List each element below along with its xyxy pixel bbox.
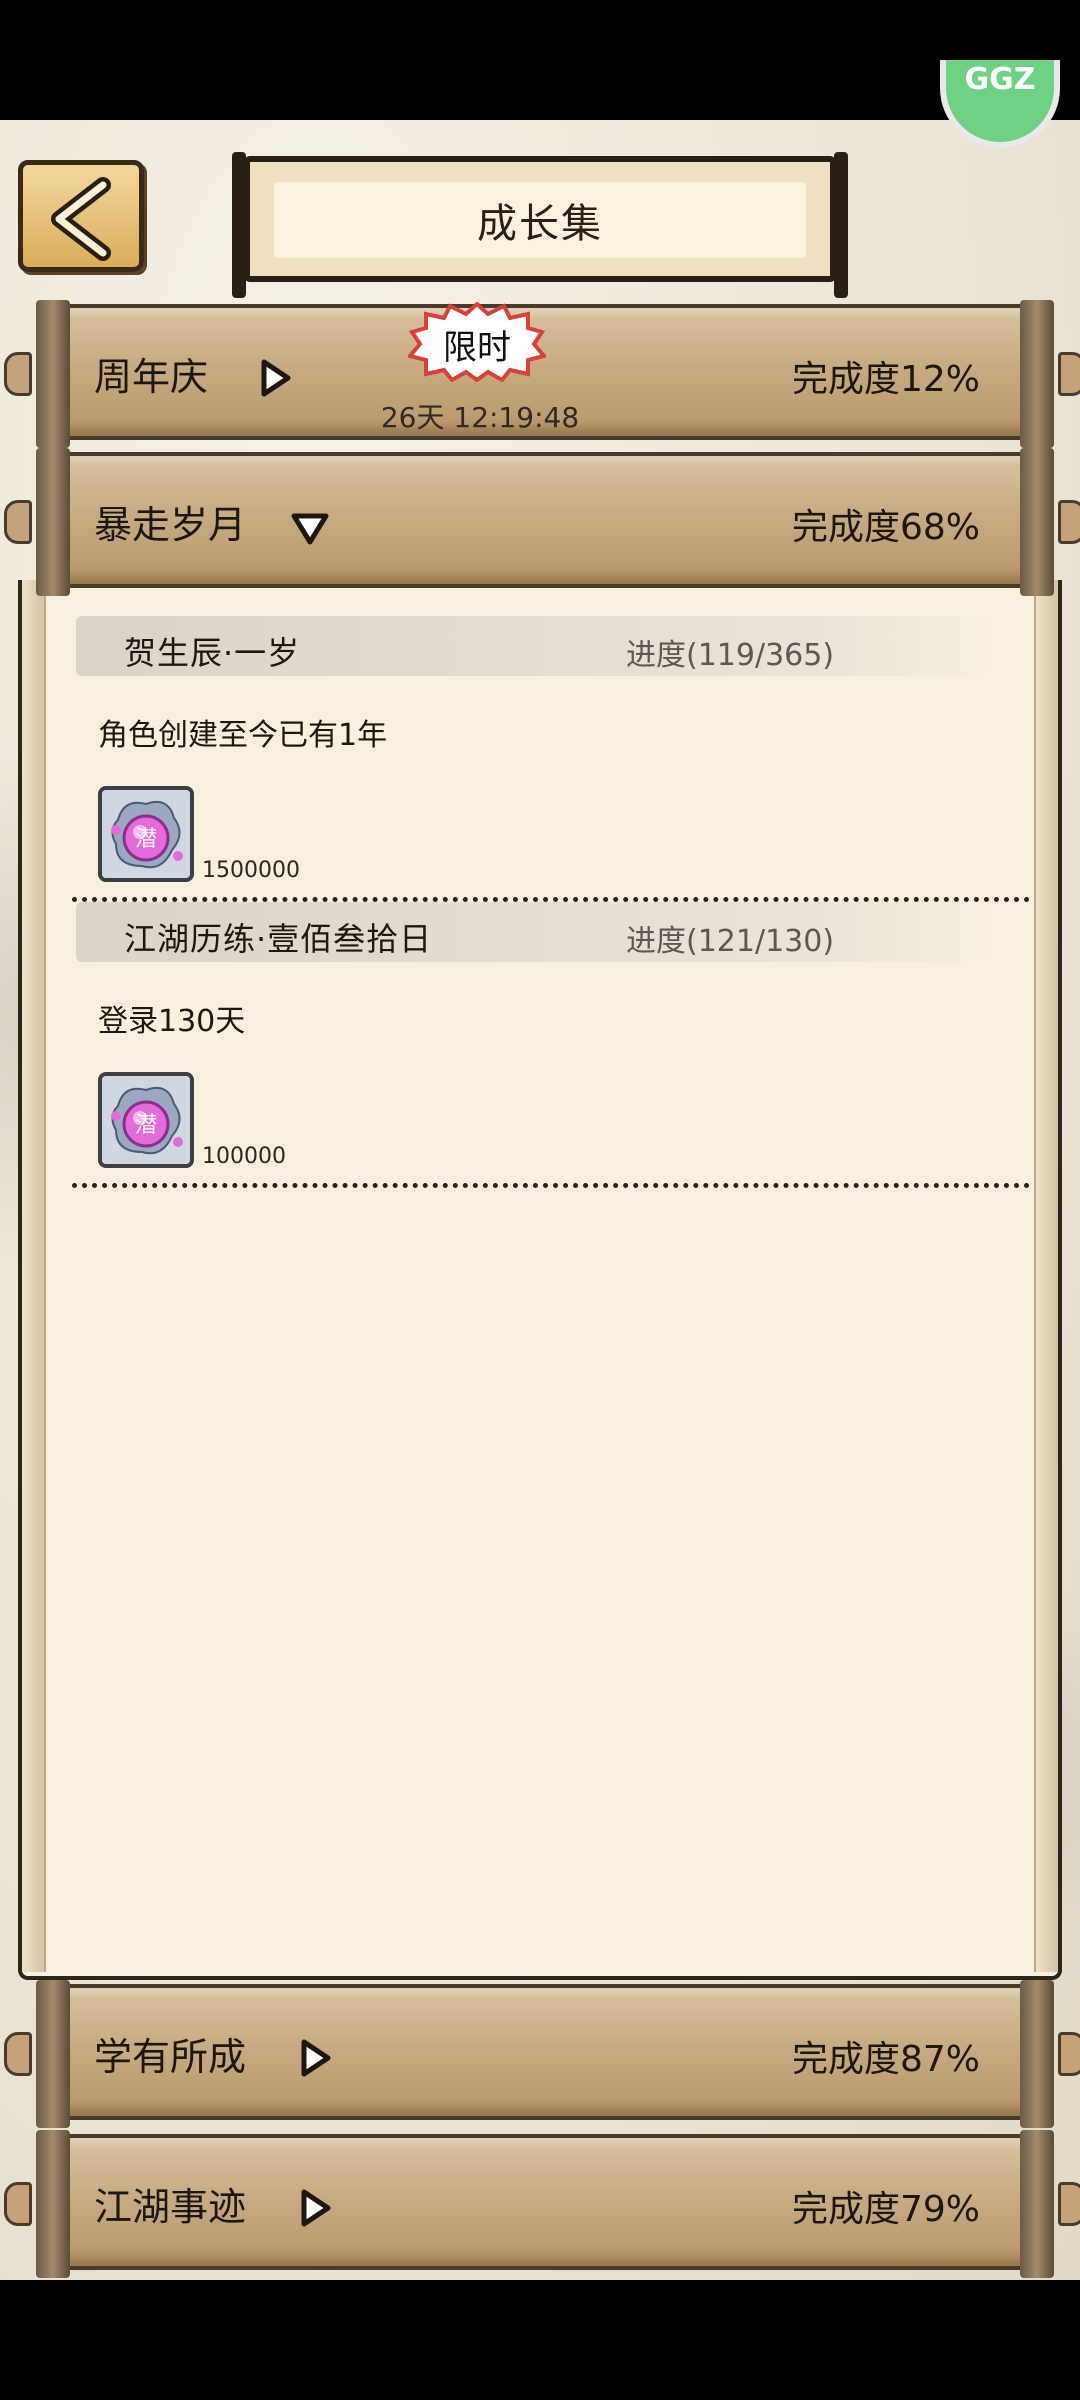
task-header: 江湖历练·壹佰叁拾日 进度(121/130) — [76, 902, 996, 962]
purple-orb-icon[interactable]: 潜 — [98, 786, 194, 882]
task-name: 贺生辰·一岁 — [124, 634, 301, 672]
scroll-knob — [1058, 352, 1080, 396]
category-reckless-years[interactable]: 暴走岁月 完成度68% — [4, 448, 1080, 596]
scroll-knob — [1058, 500, 1080, 544]
task-header: 贺生辰·一岁 进度(119/365) — [76, 616, 996, 676]
reward-quantity: 100000 — [202, 1144, 286, 1169]
scroll-knob — [4, 2182, 32, 2226]
category-jianghu-deeds[interactable]: 江湖事迹 完成度79% — [4, 2130, 1080, 2278]
scroll-rod — [1020, 448, 1054, 596]
navigation-bar — [0, 2280, 1080, 2400]
play-arrow-icon — [301, 2039, 331, 2077]
scroll-rod — [36, 448, 70, 596]
category-label: 学有所成 — [94, 2035, 247, 2079]
expanded-panel: 贺生辰·一岁 进度(119/365) 角色创建至今已有1年 潜 1500000 … — [18, 580, 1062, 1980]
scroll-knob — [4, 2032, 32, 2076]
scroll-rod — [1020, 2130, 1054, 2278]
category-progress: 完成度87% — [791, 2039, 980, 2080]
limited-badge: 限时 — [408, 302, 546, 382]
back-button[interactable] — [18, 160, 144, 272]
scroll-rod — [1020, 1980, 1054, 2128]
countdown-timer: 26天 12:19:48 — [380, 401, 580, 434]
category-academic[interactable]: 学有所成 完成度87% — [4, 1980, 1080, 2128]
task-progress: 进度(121/130) — [626, 924, 835, 959]
category-label: 暴走岁月 — [94, 503, 247, 547]
limited-label: 限时 — [443, 328, 511, 368]
scroll-rod — [36, 2130, 70, 2278]
scroll-rod — [1020, 300, 1054, 448]
divider — [72, 1183, 1040, 1188]
scroll-knob — [1058, 2032, 1080, 2076]
category-label: 周年庆 — [94, 355, 209, 399]
category-progress: 完成度12% — [791, 359, 980, 400]
title-scroll: 成长集 — [232, 152, 848, 298]
status-bar — [0, 0, 1080, 120]
play-arrow-icon — [261, 359, 291, 397]
scroll-rod — [36, 300, 70, 448]
task-name: 江湖历练·壹佰叁拾日 — [124, 920, 433, 958]
category-label: 江湖事迹 — [94, 2185, 247, 2229]
purple-orb-icon[interactable]: 潜 — [98, 1072, 194, 1168]
chevron-left-icon — [51, 177, 111, 261]
task-description: 角色创建至今已有1年 — [98, 718, 388, 753]
scroll-rod — [36, 1980, 70, 2128]
task-description: 登录130天 — [98, 1004, 246, 1039]
play-arrow-icon — [301, 2189, 331, 2227]
svg-text:潜: 潜 — [135, 1113, 157, 1138]
svg-text:潜: 潜 — [135, 827, 157, 852]
task-item: 贺生辰·一岁 进度(119/365) 角色创建至今已有1年 潜 1500000 — [72, 616, 1040, 902]
page-title: 成长集 — [274, 182, 806, 258]
category-progress: 完成度68% — [791, 507, 980, 548]
task-item: 江湖历练·壹佰叁拾日 进度(121/130) 登录130天 潜 100000 — [72, 902, 1040, 1188]
scroll-knob — [4, 500, 32, 544]
scroll-knob — [1058, 2182, 1080, 2226]
chevron-down-icon — [291, 513, 329, 545]
category-progress: 完成度79% — [791, 2189, 980, 2230]
scroll-knob — [4, 352, 32, 396]
task-progress: 进度(119/365) — [626, 638, 835, 673]
status-badge-text: GGZ — [964, 62, 1036, 97]
reward-quantity: 1500000 — [202, 858, 300, 883]
